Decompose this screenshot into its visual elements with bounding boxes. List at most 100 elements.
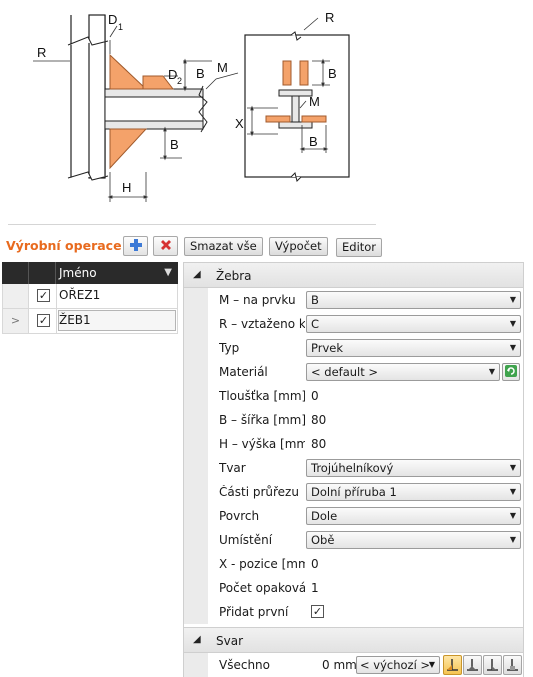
prop-row-r: R – vztaženo k C ▼ xyxy=(184,312,523,336)
prop-row-all: Všechno 0 mm < výchozí > ▼ xyxy=(184,653,523,677)
prop-label: Počet opakován xyxy=(219,581,305,595)
prop-label: Povrch xyxy=(219,509,260,523)
row-checkbox[interactable]: ✓ xyxy=(37,289,50,302)
weld-fillet-rear-button[interactable] xyxy=(483,655,502,675)
delete-operation-button[interactable] xyxy=(153,236,178,256)
delete-x-icon xyxy=(159,238,173,255)
label-r-right: R xyxy=(325,10,334,25)
refresh-icon xyxy=(505,364,517,380)
row-gutter xyxy=(184,432,208,456)
dropdown-value: Trojúhelníkový xyxy=(311,461,394,475)
label-b-right-bottom: B xyxy=(309,134,318,149)
dropdown-arrow-icon: ▼ xyxy=(509,535,516,544)
dropdown-value: Dole xyxy=(311,509,338,523)
row-gutter xyxy=(184,384,208,408)
row-gutter xyxy=(184,336,208,360)
section-parts-dropdown[interactable]: Dolní příruba 1 ▼ xyxy=(306,483,521,501)
operations-grid: Jméno ▼ ✓ OŘEZ1 > ✓ ŽEB1 xyxy=(2,262,178,334)
row-checkbox[interactable]: ✓ xyxy=(37,314,50,327)
row-name: OŘEZ1 xyxy=(59,288,101,302)
prop-label: Přidat první xyxy=(219,605,289,619)
material-refresh-button[interactable] xyxy=(502,363,520,381)
prop-row-height: H – výška [mm] 80 xyxy=(184,432,523,456)
dropdown-value: B xyxy=(311,293,319,307)
row-gutter xyxy=(184,360,208,384)
grid-header: Jméno ▼ xyxy=(2,262,178,284)
label-d1-sub: 1 xyxy=(118,22,123,32)
label-b-bottom: B xyxy=(170,137,179,152)
row-gutter xyxy=(184,528,208,552)
dropdown-arrow-icon: ▼ xyxy=(428,660,435,669)
row-current-indicator-icon: > xyxy=(3,309,29,333)
dropdown-arrow-icon: ▼ xyxy=(509,463,516,472)
section-ribs[interactable]: ◢ Žebra xyxy=(184,262,523,288)
weld-fillet-front-button[interactable] xyxy=(443,655,462,675)
row-check-cell: ✓ xyxy=(30,284,57,308)
dropdown-arrow-icon: ▼ xyxy=(509,487,516,496)
row-gutter xyxy=(184,288,208,312)
side-view: R D 1 D 2 B M B H xyxy=(33,12,239,202)
row-indicator xyxy=(3,284,29,308)
collapse-triangle-icon[interactable]: ◢ xyxy=(193,634,201,645)
prop-label: Všechno xyxy=(219,658,270,672)
dropdown-value: C xyxy=(311,317,320,331)
prop-row-type: Typ Prvek ▼ xyxy=(184,336,523,360)
editor-button[interactable]: Editor xyxy=(336,238,383,257)
type-dropdown[interactable]: Prvek ▼ xyxy=(306,339,521,357)
row-name: ŽEB1 xyxy=(59,313,91,327)
diagram-divider xyxy=(8,224,376,225)
x-position-field[interactable]: 0 xyxy=(311,557,319,571)
prop-label: B – šířka [mm] xyxy=(219,413,305,427)
calculate-button[interactable]: Výpočet xyxy=(269,237,328,256)
weld-butt-button[interactable] xyxy=(503,655,522,675)
m-member-dropdown[interactable]: B ▼ xyxy=(306,291,521,309)
label-d2: D xyxy=(168,67,177,82)
shape-dropdown[interactable]: Trojúhelníkový ▼ xyxy=(306,459,521,477)
row-gutter xyxy=(184,552,208,576)
delete-all-button[interactable]: Smazat vše xyxy=(184,237,263,256)
row-gutter xyxy=(184,504,208,528)
r-related-dropdown[interactable]: C ▼ xyxy=(306,315,521,333)
row-gutter xyxy=(184,576,208,600)
add-first-checkbox[interactable]: ✓ xyxy=(311,605,324,618)
prop-label: Tloušťka [mm] xyxy=(219,389,305,403)
filter-icon[interactable]: ▼ xyxy=(164,267,172,278)
prop-row-addfirst: Přidat první ✓ xyxy=(184,600,523,624)
height-field[interactable]: 80 xyxy=(311,437,326,451)
section-ribs-label: Žebra xyxy=(216,269,252,283)
column-header-name[interactable]: Jméno xyxy=(59,266,97,280)
add-operation-button[interactable] xyxy=(123,236,148,256)
collapse-triangle-icon[interactable]: ◢ xyxy=(193,269,201,280)
weld-thickness-field[interactable]: 0 mm xyxy=(322,658,357,672)
rib-diagram: R D 1 D 2 B M B H R B M X B xyxy=(33,10,350,202)
dropdown-arrow-icon: ▼ xyxy=(509,343,516,352)
material-dropdown[interactable]: < default > ▼ xyxy=(306,363,500,381)
prop-row-surface: Povrch Dole ▼ xyxy=(184,504,523,528)
row-check-cell: ✓ xyxy=(30,309,57,333)
surface-dropdown[interactable]: Dole ▼ xyxy=(306,507,521,525)
repeat-count-field[interactable]: 1 xyxy=(311,581,319,595)
placement-dropdown[interactable]: Obě ▼ xyxy=(306,531,521,549)
dropdown-arrow-icon: ▼ xyxy=(509,295,516,304)
weld-fillet-both-button[interactable] xyxy=(463,655,482,675)
row-gutter xyxy=(184,600,208,624)
row-gutter xyxy=(184,653,208,677)
thickness-field[interactable]: 0 xyxy=(311,389,319,403)
prop-label: H – výška [mm] xyxy=(219,437,305,451)
label-b-right: B xyxy=(328,66,337,81)
label-b-top: B xyxy=(196,66,205,81)
label-x: X xyxy=(235,116,244,131)
prop-row-xpos: X - pozice [mm 0 xyxy=(184,552,523,576)
prop-row-m: M – na prvku B ▼ xyxy=(184,288,523,312)
width-field[interactable]: 80 xyxy=(311,413,326,427)
row-gutter xyxy=(184,480,208,504)
label-h: H xyxy=(122,180,131,195)
plus-icon xyxy=(129,238,143,255)
dropdown-value: Dolní příruba 1 xyxy=(311,485,397,499)
weld-type-dropdown[interactable]: < výchozí > ▼ xyxy=(356,656,440,674)
label-d1: D xyxy=(108,12,117,27)
grid-row-zeb1[interactable]: > ✓ ŽEB1 xyxy=(2,309,178,334)
grid-row-orez1[interactable]: ✓ OŘEZ1 xyxy=(2,284,178,309)
section-weld[interactable]: ◢ Svar xyxy=(184,627,523,653)
row-gutter xyxy=(184,312,208,336)
